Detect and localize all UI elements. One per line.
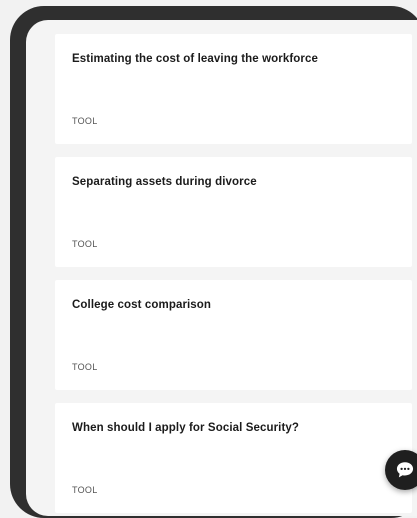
card-title: Estimating the cost of leaving the workf… (72, 53, 318, 65)
device-frame: Estimating the cost of leaving the workf… (10, 6, 417, 518)
card-tool-divorce-assets[interactable]: Separating assets during divorce TOOL (55, 157, 412, 267)
card-tag: TOOL (72, 485, 98, 495)
card-title: Separating assets during divorce (72, 176, 257, 188)
chat-button[interactable] (385, 450, 417, 490)
card-tool-college-cost[interactable]: College cost comparison TOOL (55, 280, 412, 390)
card-tag: TOOL (72, 239, 98, 249)
card-tool-social-security[interactable]: When should I apply for Social Security?… (55, 403, 412, 513)
card-tool-workforce-cost[interactable]: Estimating the cost of leaving the workf… (55, 34, 412, 144)
card-tag: TOOL (72, 116, 98, 126)
chat-bubble-icon (396, 462, 414, 478)
card-title: College cost comparison (72, 299, 212, 311)
screen: Estimating the cost of leaving the workf… (26, 20, 417, 516)
card-tag: TOOL (72, 362, 98, 372)
card-title: When should I apply for Social Security? (72, 422, 300, 434)
